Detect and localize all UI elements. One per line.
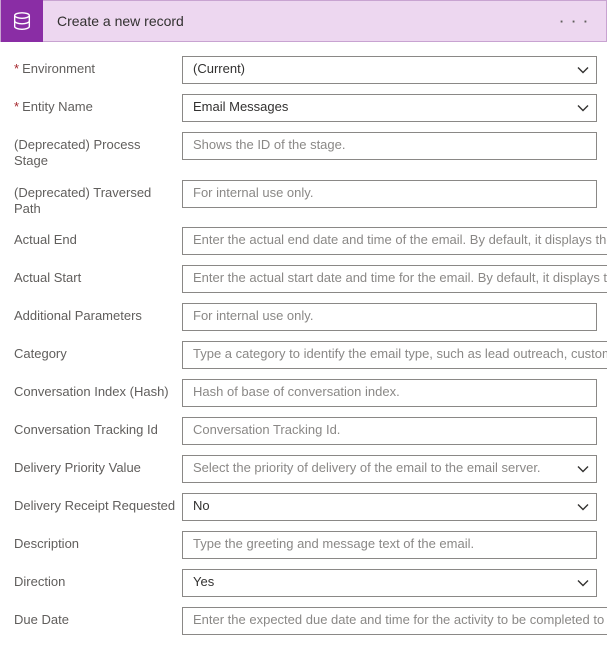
- category-input[interactable]: Type a category to identify the email ty…: [182, 341, 607, 369]
- field-control: No: [182, 493, 597, 521]
- field-control: Enter the actual start date and time for…: [182, 265, 607, 293]
- field-label: Conversation Tracking Id: [14, 417, 182, 438]
- description-input[interactable]: Type the greeting and message text of th…: [182, 531, 597, 559]
- form-row: Environment(Current): [14, 56, 597, 84]
- field-label: Description: [14, 531, 182, 552]
- field-label: Environment: [14, 56, 182, 77]
- form-row: Due DateEnter the expected due date and …: [14, 607, 597, 635]
- actual-end-input[interactable]: Enter the actual end date and time of th…: [182, 227, 607, 255]
- card-menu-button[interactable]: · · ·: [560, 14, 606, 29]
- field-label: Additional Parameters: [14, 303, 182, 324]
- delivery-receipt-requested-select[interactable]: No: [182, 493, 597, 521]
- field-label: Entity Name: [14, 94, 182, 115]
- field-label: Actual End: [14, 227, 182, 248]
- field-control: Enter the actual end date and time of th…: [182, 227, 607, 255]
- conversation-index-hash-input[interactable]: Hash of base of conversation index.: [182, 379, 597, 407]
- field-control: For internal use only.: [182, 180, 597, 208]
- entity-name-select[interactable]: Email Messages: [182, 94, 597, 122]
- field-control: Hash of base of conversation index.: [182, 379, 597, 407]
- form-row: Conversation Tracking IdConversation Tra…: [14, 417, 597, 445]
- form-row: Delivery Receipt RequestedNo: [14, 493, 597, 521]
- field-label: Conversation Index (Hash): [14, 379, 182, 400]
- actual-start-input[interactable]: Enter the actual start date and time for…: [182, 265, 607, 293]
- field-label: Actual Start: [14, 265, 182, 286]
- database-icon: [1, 0, 43, 42]
- additional-parameters-input[interactable]: For internal use only.: [182, 303, 597, 331]
- delivery-priority-value-select[interactable]: Select the priority of delivery of the e…: [182, 455, 597, 483]
- field-control: Shows the ID of the stage.: [182, 132, 597, 160]
- field-control: Type the greeting and message text of th…: [182, 531, 597, 559]
- form-row: CategoryType a category to identify the …: [14, 341, 597, 369]
- form-row: (Deprecated) Process StageShows the ID o…: [14, 132, 597, 170]
- form-row: Actual EndEnter the actual end date and …: [14, 227, 597, 255]
- card-header: Create a new record · · ·: [0, 0, 607, 42]
- field-label: (Deprecated) Traversed Path: [14, 180, 182, 218]
- form-row: DirectionYes: [14, 569, 597, 597]
- form-row: Additional ParametersFor internal use on…: [14, 303, 597, 331]
- due-date-input[interactable]: Enter the expected due date and time for…: [182, 607, 607, 635]
- field-control: Conversation Tracking Id.: [182, 417, 597, 445]
- field-label: Direction: [14, 569, 182, 590]
- form-row: Delivery Priority ValueSelect the priori…: [14, 455, 597, 483]
- field-control: (Current): [182, 56, 597, 84]
- conversation-tracking-id-input[interactable]: Conversation Tracking Id.: [182, 417, 597, 445]
- field-label: Delivery Priority Value: [14, 455, 182, 476]
- form-row: Entity NameEmail Messages: [14, 94, 597, 122]
- deprecated-traversed-path-input[interactable]: For internal use only.: [182, 180, 597, 208]
- field-control: For internal use only.: [182, 303, 597, 331]
- environment-select[interactable]: (Current): [182, 56, 597, 84]
- form-body: Environment(Current)Entity NameEmail Mes…: [0, 42, 607, 655]
- field-label: Due Date: [14, 607, 182, 628]
- form-row: DescriptionType the greeting and message…: [14, 531, 597, 559]
- deprecated-process-stage-input[interactable]: Shows the ID of the stage.: [182, 132, 597, 160]
- field-label: Category: [14, 341, 182, 362]
- field-control: Enter the expected due date and time for…: [182, 607, 607, 635]
- field-label: (Deprecated) Process Stage: [14, 132, 182, 170]
- form-row: (Deprecated) Traversed PathFor internal …: [14, 180, 597, 218]
- field-control: Type a category to identify the email ty…: [182, 341, 607, 369]
- field-control: Select the priority of delivery of the e…: [182, 455, 597, 483]
- direction-select[interactable]: Yes: [182, 569, 597, 597]
- card-title: Create a new record: [43, 13, 560, 29]
- form-row: Actual StartEnter the actual start date …: [14, 265, 597, 293]
- field-label: Delivery Receipt Requested: [14, 493, 182, 514]
- field-control: Yes: [182, 569, 597, 597]
- form-row: Conversation Index (Hash)Hash of base of…: [14, 379, 597, 407]
- field-control: Email Messages: [182, 94, 597, 122]
